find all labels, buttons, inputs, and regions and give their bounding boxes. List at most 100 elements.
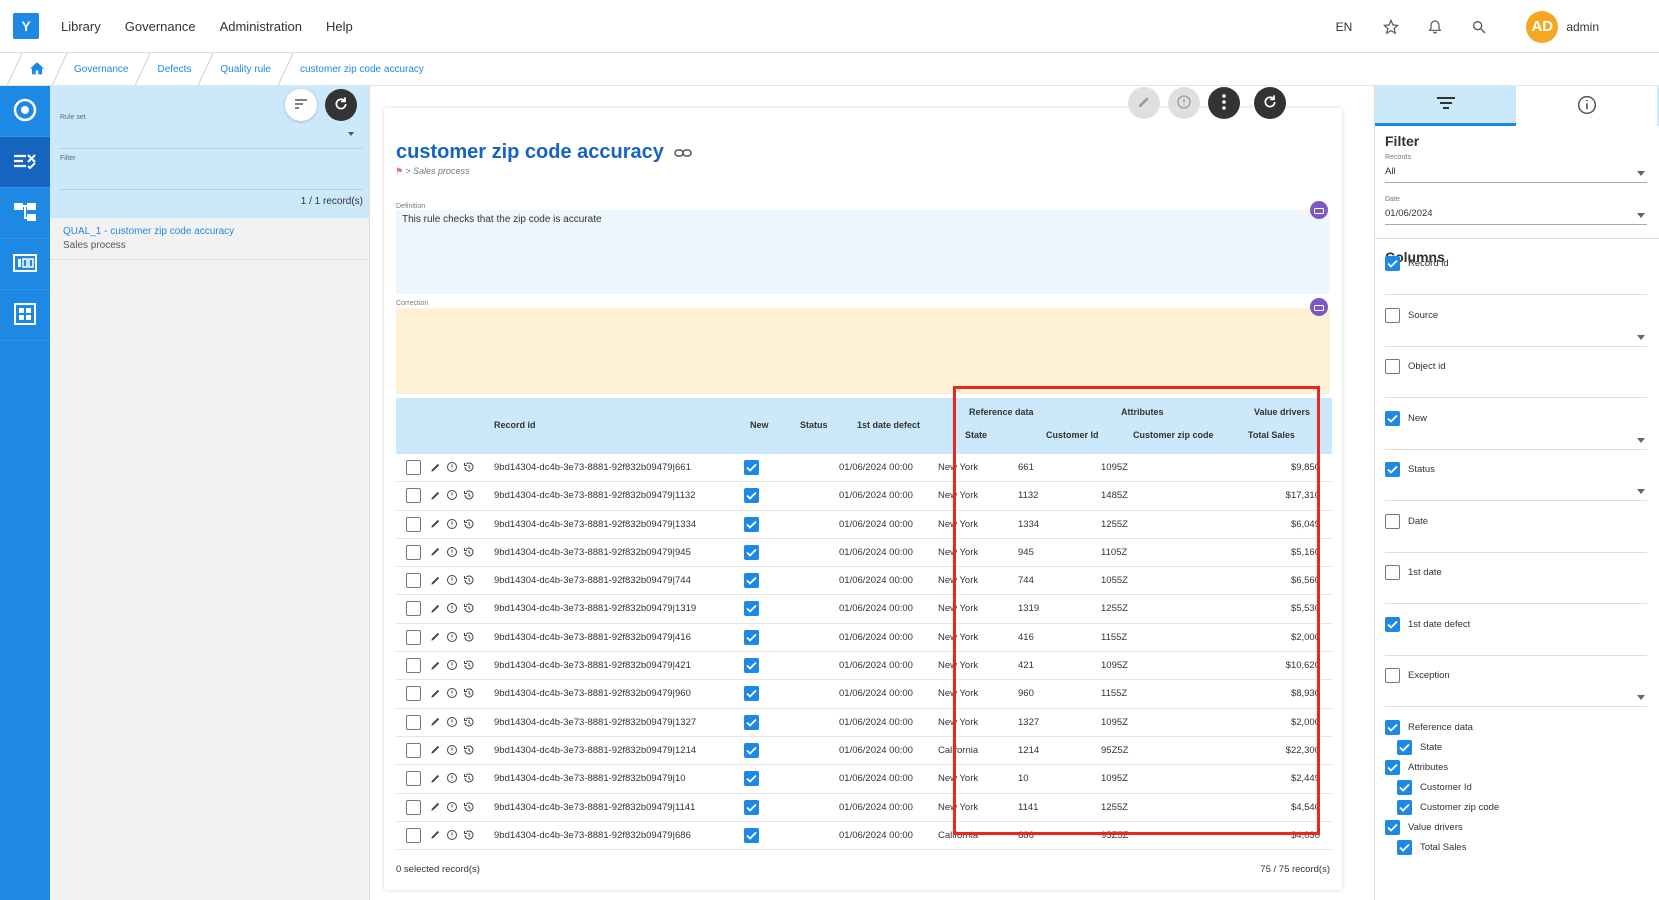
refresh-list-button[interactable] bbox=[325, 89, 357, 121]
cell-new-checkbox[interactable] bbox=[744, 573, 759, 589]
column-checkbox[interactable] bbox=[1385, 565, 1400, 580]
chevron-down-icon[interactable] bbox=[1637, 171, 1645, 176]
star-icon[interactable] bbox=[1382, 18, 1400, 36]
pencil-icon[interactable] bbox=[428, 771, 442, 785]
breadcrumb-quality-rule[interactable]: Quality rule bbox=[206, 53, 285, 86]
nav-hierarchy[interactable] bbox=[0, 188, 50, 239]
history-icon[interactable] bbox=[462, 460, 476, 474]
column-toggle[interactable]: 1st date defect bbox=[1385, 616, 1470, 632]
row-select-checkbox[interactable] bbox=[406, 771, 421, 787]
tab-info[interactable] bbox=[1516, 86, 1657, 126]
history-icon[interactable] bbox=[462, 715, 476, 729]
home-icon[interactable] bbox=[29, 61, 45, 78]
alert-circle-icon[interactable] bbox=[445, 460, 459, 474]
row-select-checkbox[interactable] bbox=[406, 799, 421, 815]
definition-field[interactable]: This rule checks that the zip code is ac… bbox=[396, 210, 1330, 294]
search-icon[interactable] bbox=[1470, 18, 1488, 36]
column-checkbox[interactable] bbox=[1385, 307, 1400, 323]
chevron-down-icon[interactable] bbox=[1637, 437, 1645, 443]
cell-record-id[interactable]: 9bd14304-dc4b-3e73-8881-92f832b09479|960 bbox=[494, 688, 691, 699]
pencil-icon[interactable] bbox=[428, 743, 442, 757]
col-record-id[interactable]: Record id bbox=[494, 420, 536, 430]
app-logo[interactable]: Y bbox=[13, 13, 39, 39]
menu-help[interactable]: Help bbox=[326, 19, 353, 34]
cell-record-id[interactable]: 9bd14304-dc4b-3e73-8881-92f832b09479|661 bbox=[494, 462, 691, 473]
rule-path-text[interactable]: Sales process bbox=[413, 166, 470, 176]
nav-dashboard[interactable] bbox=[0, 86, 50, 137]
cell-record-id[interactable]: 9bd14304-dc4b-3e73-8881-92f832b09479|421 bbox=[494, 660, 691, 671]
history-icon[interactable] bbox=[462, 828, 476, 842]
table-row[interactable]: 9bd14304-dc4b-3e73-8881-92f832b09479|686… bbox=[396, 822, 1332, 851]
table-row[interactable]: 9bd14304-dc4b-3e73-8881-92f832b09479|10 0… bbox=[396, 765, 1332, 794]
row-select-checkbox[interactable] bbox=[406, 742, 421, 758]
alert-circle-icon[interactable] bbox=[445, 573, 459, 587]
pencil-icon[interactable] bbox=[428, 573, 442, 587]
row-select-checkbox[interactable] bbox=[406, 573, 421, 589]
cell-new-checkbox[interactable] bbox=[744, 460, 759, 475]
alert-circle-icon[interactable] bbox=[445, 517, 459, 531]
menu-library[interactable]: Library bbox=[61, 19, 101, 34]
group-checkbox[interactable] bbox=[1385, 760, 1400, 775]
pencil-icon[interactable] bbox=[428, 828, 442, 842]
cell-record-id[interactable]: 9bd14304-dc4b-3e73-8881-92f832b09479|113… bbox=[494, 490, 695, 501]
table-row[interactable]: 9bd14304-dc4b-3e73-8881-92f832b09479|114… bbox=[396, 794, 1332, 822]
chevron-down-icon[interactable] bbox=[1637, 489, 1645, 494]
history-icon[interactable] bbox=[462, 630, 476, 644]
table-row[interactable]: 9bd14304-dc4b-3e73-8881-92f832b09479|416… bbox=[396, 624, 1332, 653]
status-button[interactable] bbox=[1168, 87, 1200, 119]
more-button[interactable] bbox=[1208, 87, 1240, 119]
group-toggle[interactable]: Attributes bbox=[1385, 760, 1448, 775]
group-toggle[interactable]: Reference data bbox=[1385, 720, 1473, 735]
cell-new-checkbox[interactable] bbox=[744, 686, 759, 702]
row-select-checkbox[interactable] bbox=[406, 827, 421, 843]
alert-circle-icon[interactable] bbox=[445, 771, 459, 785]
alert-circle-icon[interactable] bbox=[445, 828, 459, 842]
alert-circle-icon[interactable] bbox=[445, 715, 459, 729]
cell-record-id[interactable]: 9bd14304-dc4b-3e73-8881-92f832b09479|121… bbox=[494, 745, 696, 756]
pencil-icon[interactable] bbox=[428, 658, 442, 672]
cell-record-id[interactable]: 9bd14304-dc4b-3e73-8881-92f832b09479|10 bbox=[494, 773, 686, 784]
subcolumn-checkbox[interactable] bbox=[1397, 800, 1412, 815]
col-first-date-defect[interactable]: 1st date defect bbox=[857, 420, 920, 430]
pencil-icon[interactable] bbox=[428, 517, 442, 531]
cell-record-id[interactable]: 9bd14304-dc4b-3e73-8881-92f832b09479|416 bbox=[494, 632, 691, 643]
subcolumn-toggle[interactable]: Customer zip code bbox=[1397, 800, 1499, 815]
column-toggle[interactable]: Record id bbox=[1385, 256, 1449, 271]
pencil-icon[interactable] bbox=[428, 601, 442, 615]
cell-new-checkbox[interactable] bbox=[744, 658, 759, 674]
row-select-checkbox[interactable] bbox=[406, 601, 421, 617]
cell-record-id[interactable]: 9bd14304-dc4b-3e73-8881-92f832b09479|131… bbox=[494, 603, 696, 614]
col-customer-zip[interactable]: Customer zip code bbox=[1133, 430, 1214, 440]
cell-record-id[interactable]: 9bd14304-dc4b-3e73-8881-92f832b09479|133… bbox=[494, 519, 696, 530]
history-icon[interactable] bbox=[462, 488, 476, 502]
cell-new-checkbox[interactable] bbox=[744, 742, 759, 758]
cell-new-checkbox[interactable] bbox=[744, 544, 759, 560]
cell-new-checkbox[interactable] bbox=[744, 516, 759, 532]
table-row[interactable]: 9bd14304-dc4b-3e73-8881-92f832b09479|131… bbox=[396, 595, 1332, 624]
tab-filter[interactable] bbox=[1375, 86, 1516, 126]
correction-field[interactable] bbox=[396, 308, 1330, 394]
column-checkbox[interactable] bbox=[1385, 359, 1400, 374]
table-row[interactable]: 9bd14304-dc4b-3e73-8881-92f832b09479|133… bbox=[396, 511, 1332, 539]
table-row[interactable]: 9bd14304-dc4b-3e73-8881-92f832b09479|960… bbox=[396, 680, 1332, 709]
nav-defects[interactable] bbox=[0, 137, 50, 188]
table-row[interactable]: 9bd14304-dc4b-3e73-8881-92f832b09479|661… bbox=[396, 454, 1332, 483]
column-toggle[interactable]: Date bbox=[1385, 513, 1428, 529]
pencil-icon[interactable] bbox=[428, 460, 442, 474]
sort-button[interactable] bbox=[285, 89, 317, 121]
cell-new-checkbox[interactable] bbox=[744, 601, 759, 617]
column-checkbox[interactable] bbox=[1385, 256, 1400, 271]
group-toggle[interactable]: Value drivers bbox=[1385, 820, 1463, 835]
row-select-checkbox[interactable] bbox=[406, 686, 421, 702]
subcolumn-checkbox[interactable] bbox=[1397, 780, 1412, 795]
cell-new-checkbox[interactable] bbox=[744, 827, 759, 843]
column-toggle[interactable]: 1st date bbox=[1385, 565, 1442, 580]
edit-definition-button[interactable] bbox=[1310, 201, 1328, 219]
row-select-checkbox[interactable] bbox=[406, 516, 421, 532]
group-checkbox[interactable] bbox=[1385, 820, 1400, 835]
pencil-icon[interactable] bbox=[428, 545, 442, 559]
alert-circle-icon[interactable] bbox=[445, 658, 459, 672]
ruleset-select[interactable] bbox=[60, 148, 363, 149]
col-status[interactable]: Status bbox=[800, 420, 828, 430]
history-icon[interactable] bbox=[462, 686, 476, 700]
